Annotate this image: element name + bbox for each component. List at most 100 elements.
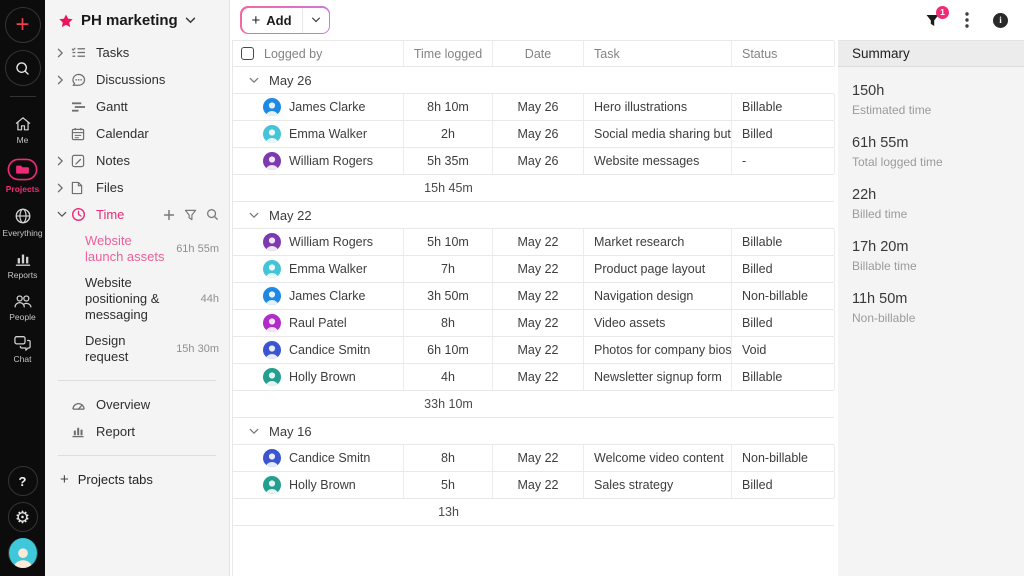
table-row[interactable]: Emma Walker 2h May 26 Social media shari… bbox=[233, 121, 835, 148]
filter-button[interactable]: 1 bbox=[924, 5, 949, 29]
profile-button[interactable] bbox=[7, 538, 38, 568]
sidebar-item-label: Calendar bbox=[96, 126, 149, 141]
group-header-may-22[interactable]: May 22 bbox=[233, 202, 834, 229]
rail-item-me[interactable]: Me bbox=[0, 116, 45, 145]
table-row[interactable]: William Rogers 5h 35m May 26 Website mes… bbox=[233, 148, 835, 175]
sidebar-item-tasks[interactable]: Tasks bbox=[45, 39, 229, 66]
projects-tabs-label: Projects tabs bbox=[77, 472, 153, 487]
sidebar-item-time[interactable]: Time bbox=[45, 201, 229, 228]
group-header-may-16[interactable]: May 16 bbox=[233, 418, 834, 445]
app-window: + Me Projects Everything Reports People … bbox=[0, 0, 1024, 576]
column-header: Date bbox=[493, 41, 584, 66]
table-row[interactable]: Raul Patel 8h May 22 Video assets Billed bbox=[233, 310, 835, 337]
logged-by-name: Candice Smitn bbox=[289, 343, 371, 357]
sidebar-item-calendar[interactable]: Calendar bbox=[45, 120, 229, 147]
rail-item-projects[interactable]: Projects bbox=[0, 158, 45, 194]
task-cell: Navigation design bbox=[584, 283, 732, 309]
column-header: Status bbox=[732, 41, 835, 66]
sidebar-divider bbox=[58, 455, 216, 456]
create-button[interactable]: + bbox=[4, 7, 41, 43]
global-search-button[interactable] bbox=[4, 50, 41, 86]
table-row[interactable]: Emma Walker 7h May 22 Product page layou… bbox=[233, 256, 835, 283]
search-icon[interactable] bbox=[206, 208, 219, 221]
group-total-row: 13h bbox=[233, 499, 834, 526]
table-row[interactable]: Candice Smitn 8h May 22 Welcome video co… bbox=[233, 445, 835, 472]
time-logged-cell: 4h bbox=[404, 364, 493, 390]
sidebar-item-gantt[interactable]: Gantt bbox=[45, 93, 229, 120]
task-cell: Video assets bbox=[584, 310, 732, 336]
chevron-down-icon bbox=[249, 212, 259, 219]
group-total-row: 15h 45m bbox=[233, 175, 834, 202]
more-options-button[interactable] bbox=[965, 12, 969, 28]
rail-item-everything[interactable]: Everything bbox=[0, 207, 45, 238]
logged-by-name: William Rogers bbox=[289, 235, 374, 249]
discussion-icon bbox=[71, 73, 87, 87]
people-icon bbox=[13, 293, 33, 309]
status-cell: Billable bbox=[732, 229, 835, 255]
sidebar-divider bbox=[58, 380, 216, 381]
gantt-icon bbox=[71, 101, 87, 113]
filter-icon[interactable] bbox=[184, 209, 197, 221]
sidebar-item-files[interactable]: Files bbox=[45, 174, 229, 201]
chevron-right-icon bbox=[57, 183, 71, 193]
globe-icon bbox=[14, 207, 32, 225]
group-header-may-26[interactable]: May 26 bbox=[233, 67, 834, 94]
group-total: 15h 45m bbox=[424, 181, 473, 195]
project-switcher[interactable]: PH marketing bbox=[45, 8, 229, 39]
timesheet-name: Website positioning & messaging bbox=[85, 275, 160, 322]
sidebar-item-report[interactable]: Report bbox=[45, 418, 229, 445]
task-cell: Market research bbox=[584, 229, 732, 255]
plus-icon: + bbox=[15, 11, 30, 38]
task-cell: Social media sharing buttons bbox=[584, 121, 732, 147]
logged-by-name: Raul Patel bbox=[289, 316, 347, 330]
column-header: Time logged bbox=[404, 41, 493, 66]
stat-label: Total logged time bbox=[852, 155, 943, 169]
stat-value: 61h 55m bbox=[852, 135, 909, 151]
stat-label: Billable time bbox=[852, 259, 917, 273]
notes-icon bbox=[71, 154, 87, 168]
avatar bbox=[263, 233, 281, 251]
timesheet-item-website-positioning[interactable]: Website positioning & messaging 44h bbox=[45, 270, 229, 328]
avatar bbox=[263, 449, 281, 467]
projects-tabs-button[interactable]: + Projects tabs bbox=[45, 466, 229, 493]
table-row[interactable]: Candice Smitn 6h 10m May 22 Photos for c… bbox=[233, 337, 835, 364]
add-button[interactable]: + Add bbox=[240, 6, 331, 34]
timesheet-item-design-request[interactable]: Design request 15h 30m bbox=[45, 328, 229, 370]
search-icon bbox=[14, 60, 31, 77]
chat-icon bbox=[13, 335, 32, 351]
status-cell: Billed bbox=[732, 472, 835, 498]
date-cell: May 22 bbox=[493, 364, 584, 390]
rail-item-chat[interactable]: Chat bbox=[0, 335, 45, 364]
rail-item-reports[interactable]: Reports bbox=[0, 251, 45, 280]
star-icon bbox=[58, 13, 74, 29]
select-all-checkbox[interactable] bbox=[241, 47, 254, 60]
date-cell: May 26 bbox=[493, 94, 584, 120]
kebab-icon bbox=[965, 12, 969, 28]
table-row[interactable]: Holly Brown 5h May 22 Sales strategy Bil… bbox=[233, 472, 835, 499]
timesheet-item-website-launch-assets[interactable]: Website launch assets 61h 55m bbox=[45, 228, 229, 270]
time-logged-cell: 8h 10m bbox=[404, 94, 493, 120]
table-row[interactable]: James Clarke 3h 50m May 22 Navigation de… bbox=[233, 283, 835, 310]
summary-stat: 61h 55m Total logged time bbox=[852, 135, 1010, 169]
task-cell: Hero illustrations bbox=[584, 94, 732, 120]
date-cell: May 22 bbox=[493, 283, 584, 309]
date-cell: May 22 bbox=[493, 310, 584, 336]
help-button[interactable]: ? bbox=[7, 466, 38, 496]
chevron-down-icon[interactable] bbox=[303, 8, 329, 33]
time-logged-cell: 5h bbox=[404, 472, 493, 498]
sidebar-item-notes[interactable]: Notes bbox=[45, 147, 229, 174]
sidebar-item-discussions[interactable]: Discussions bbox=[45, 66, 229, 93]
tasks-icon bbox=[71, 46, 87, 59]
logged-by-name: Candice Smitn bbox=[289, 451, 371, 465]
settings-button[interactable]: ⚙ bbox=[7, 502, 38, 532]
table-row[interactable]: James Clarke 8h 10m May 26 Hero illustra… bbox=[233, 94, 835, 121]
date-cell: May 22 bbox=[493, 445, 584, 471]
sidebar-item-overview[interactable]: Overview bbox=[45, 391, 229, 418]
summary-stat: 11h 50m Non-billable bbox=[852, 291, 1010, 325]
table-row[interactable]: William Rogers 5h 10m May 22 Market rese… bbox=[233, 229, 835, 256]
info-button[interactable]: i bbox=[993, 12, 1008, 28]
rail-item-people[interactable]: People bbox=[0, 293, 45, 322]
report-icon bbox=[71, 425, 87, 438]
table-row[interactable]: Holly Brown 4h May 22 Newsletter signup … bbox=[233, 364, 835, 391]
add-timesheet-icon[interactable] bbox=[163, 209, 175, 221]
